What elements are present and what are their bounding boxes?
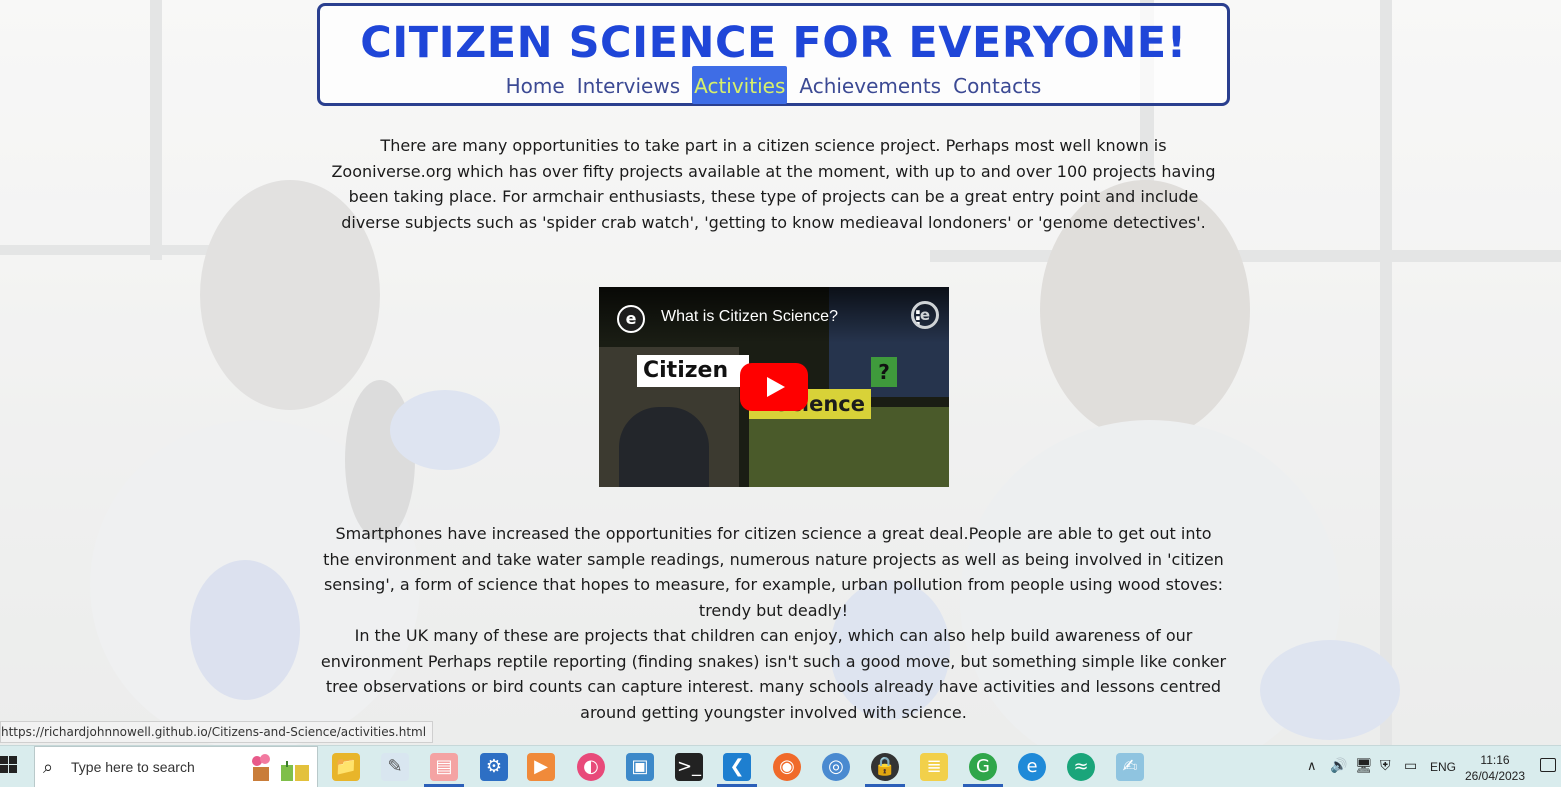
thumbnail-word-citizen: Citizen bbox=[637, 355, 749, 387]
file-explorer-icon[interactable]: 📁 bbox=[332, 753, 360, 781]
security-icon[interactable]: ⛨ bbox=[1380, 758, 1391, 774]
chrome-icon[interactable]: G bbox=[969, 753, 997, 781]
paint-icon[interactable]: ✎ bbox=[381, 753, 409, 781]
python-icon[interactable]: ≣ bbox=[920, 753, 948, 781]
taskbar-clock[interactable]: 11:16 26/04/2023 bbox=[1462, 752, 1528, 784]
link-status-bar: https://richardjohnnowell.github.io/Citi… bbox=[0, 721, 434, 743]
dev-icon[interactable]: ⚙ bbox=[480, 753, 508, 781]
nav-achievements[interactable]: Achievements bbox=[799, 66, 941, 104]
smartphones-paragraph: Smartphones have increased the opportuni… bbox=[323, 524, 1224, 620]
edge-icon[interactable]: e bbox=[1018, 753, 1046, 781]
channel-logo-icon[interactable]: e bbox=[617, 305, 645, 333]
search-highlight-flowers-icon bbox=[252, 754, 309, 781]
site-header: CITIZEN SCIENCE FOR EVERYONE! Home Inter… bbox=[317, 3, 1230, 106]
clock-time: 11:16 bbox=[1480, 753, 1510, 767]
nav-home[interactable]: Home bbox=[506, 66, 565, 104]
intro-paragraph: There are many opportunities to take par… bbox=[331, 136, 1216, 232]
clock-date: 26/04/2023 bbox=[1464, 769, 1526, 783]
notifications-icon[interactable] bbox=[1540, 758, 1556, 772]
thumbnail-question-mark: ? bbox=[871, 357, 897, 387]
language-indicator[interactable]: ENG bbox=[1430, 760, 1456, 774]
volume-icon[interactable]: 🔊 bbox=[1330, 758, 1347, 774]
nav-contacts[interactable]: Contacts bbox=[953, 66, 1041, 104]
taskbar-search-box[interactable]: ⌕ Type here to search bbox=[34, 746, 318, 787]
remote-icon[interactable]: ▣ bbox=[626, 753, 654, 781]
app-icon[interactable]: ≈ bbox=[1067, 753, 1095, 781]
network-icon[interactable]: ◎ bbox=[822, 753, 850, 781]
search-icon: ⌕ bbox=[43, 757, 54, 778]
terminal-icon[interactable]: >_ bbox=[675, 753, 703, 781]
main-nav: Home Interviews Activities Achievements … bbox=[320, 66, 1227, 104]
firefox-icon[interactable]: ◉ bbox=[773, 753, 801, 781]
vscode-icon[interactable]: ❮ bbox=[723, 753, 751, 781]
site-title: CITIZEN SCIENCE FOR EVERYONE! bbox=[360, 18, 1187, 68]
network-tray-icon[interactable]: 🖥 bbox=[1355, 758, 1373, 774]
play-button-icon[interactable] bbox=[740, 363, 808, 411]
vpn-icon[interactable]: 🔒 bbox=[871, 753, 899, 781]
search-placeholder: Type here to search bbox=[71, 759, 195, 775]
nav-interviews[interactable]: Interviews bbox=[577, 66, 680, 104]
notepad-icon[interactable]: ✍ bbox=[1116, 753, 1144, 781]
notes-icon[interactable]: ▤ bbox=[430, 753, 458, 781]
uk-paragraph: In the UK many of these are projects tha… bbox=[320, 626, 1227, 722]
color-icon[interactable]: ◐ bbox=[577, 753, 605, 781]
tray-expand-icon[interactable]: ∧ bbox=[1307, 759, 1317, 774]
battery-icon[interactable]: ▭ bbox=[1404, 758, 1417, 774]
watermark-logo-icon: e bbox=[911, 301, 939, 329]
nav-activities[interactable]: Activities bbox=[692, 66, 788, 104]
windows-taskbar: ⌕ Type here to search 📁 ✎ ▤ ⚙ ▶ ◐ ▣ >_ ❮… bbox=[0, 745, 1561, 787]
youtube-video-embed[interactable]: e What is Citizen Science? ⋮ e Citizen S… bbox=[599, 287, 949, 487]
media-icon[interactable]: ▶ bbox=[527, 753, 555, 781]
windows-start-icon[interactable] bbox=[0, 756, 18, 774]
video-title[interactable]: What is Citizen Science? bbox=[661, 308, 838, 326]
